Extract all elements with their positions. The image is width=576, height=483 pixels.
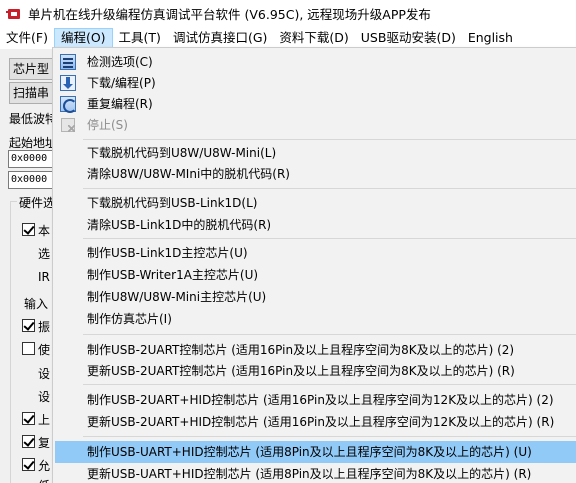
hw-option-label-7: 设 — [38, 367, 51, 381]
menu-item-make-link1d-chip[interactable]: 制作USB-Link1D主控芯片(U) — [55, 242, 576, 264]
menu-separator — [83, 188, 576, 189]
menu-item-make-usb-uart-hid[interactable]: 制作USB-UART+HID控制芯片 (适用8Pin及以上且程序空间为8K及以上… — [55, 441, 576, 463]
hw-option-label-2: 选 — [38, 247, 51, 261]
program-menu-dropdown: 检测选项(C) 下载/编程(P) 重复编程(R) 停止(S) 下载脱机代码到U8… — [52, 47, 576, 483]
menu-item-label: 检测选项(C) — [87, 55, 153, 69]
chip-app-icon — [6, 6, 22, 22]
hw-option-checkbox-1[interactable] — [22, 223, 35, 236]
hw-option-label-8: 设 — [38, 390, 51, 404]
menu-item-stop[interactable]: 停止(S) — [55, 114, 576, 136]
menu-separator — [83, 139, 576, 140]
hw-option-label-9: 上 — [38, 413, 51, 427]
hw-option-checkbox-5[interactable] — [22, 319, 35, 332]
title-bar: 单片机在线升级编程仿真调试平台软件 (V6.95C), 远程现场升级APP发布 — [0, 0, 576, 27]
hw-input-label: 输入 — [24, 297, 49, 311]
menu-item-make-emulator-chip[interactable]: 制作仿真芯片(I) — [55, 308, 576, 330]
menu-item-download-offline-u8w[interactable]: 下载脱机代码到U8W/U8W-Mini(L) — [55, 142, 576, 164]
window-title: 单片机在线升级编程仿真调试平台软件 (V6.95C), 远程现场升级APP发布 — [28, 7, 431, 22]
menu-item-make-writer1a-chip[interactable]: 制作USB-Writer1A主控芯片(U) — [55, 264, 576, 286]
repeat-program-icon — [60, 96, 77, 113]
menu-item-repeat-program[interactable]: 重复编程(R) — [55, 93, 576, 115]
hardware-options-title: 硬件选 — [17, 194, 58, 211]
menu-item-clear-offline-link1d[interactable]: 清除USB-Link1D中的脱机代码(R) — [55, 214, 576, 236]
menu-separator — [83, 384, 576, 385]
menu-item-update-usb-2uart[interactable]: 更新USB-2UART控制芯片 (适用16Pin及以上且程序空间为8K及以上的芯… — [55, 360, 576, 382]
menu-separator — [83, 334, 576, 335]
menu-bar: 文件(F) 编程(O) 工具(T) 调试仿真接口(G) 资料下载(D) USB驱… — [0, 27, 576, 49]
menu-item-make-u8w-chip[interactable]: 制作U8W/U8W-Mini主控芯片(U) — [55, 286, 576, 308]
left-panel: 芯片型 扫描串 最低波特 起始地址 0x0000 0x0000 硬件选 本 选 … — [0, 49, 70, 483]
detect-options-icon — [60, 54, 76, 70]
start-address-input[interactable]: 0x0000 — [8, 150, 58, 168]
stop-icon — [60, 117, 76, 133]
hw-option-checkbox-10[interactable] — [22, 435, 35, 448]
menu-item-make-usb-2uart[interactable]: 制作USB-2UART控制芯片 (适用16Pin及以上且程序空间为8K及以上的芯… — [55, 339, 576, 361]
menu-program[interactable]: 编程(O) — [53, 28, 113, 48]
hw-option-label-10: 复 — [38, 436, 51, 450]
menu-downloads[interactable]: 资料下载(D) — [273, 28, 354, 48]
end-address-input[interactable]: 0x0000 — [8, 171, 58, 189]
menu-usb-driver[interactable]: USB驱动安装(D) — [355, 28, 462, 48]
menu-item-clear-offline-u8w[interactable]: 清除U8W/U8W-MIni中的脱机代码(R) — [55, 163, 576, 185]
menu-item-make-usb-2uart-hid[interactable]: 制作USB-2UART+HID控制芯片 (适用16Pin及以上且程序空间为12K… — [55, 389, 576, 411]
hw-option-label-5: 振 — [38, 320, 51, 334]
hw-option-label-11: 允 — [38, 459, 51, 473]
menu-tools[interactable]: 工具(T) — [113, 28, 167, 48]
menu-item-label: 重复编程(R) — [87, 97, 153, 111]
hw-option-checkbox-6[interactable] — [22, 342, 35, 355]
menu-english[interactable]: English — [462, 28, 519, 48]
download-program-icon — [60, 75, 76, 91]
menu-item-update-usb-uart-hid[interactable]: 更新USB-UART+HID控制芯片 (适用8Pin及以上且程序空间为8K及以上… — [55, 463, 576, 483]
menu-debug-interface[interactable]: 调试仿真接口(G) — [167, 28, 273, 48]
hw-option-label-12: 低 — [38, 477, 52, 483]
menu-file[interactable]: 文件(F) — [0, 28, 54, 48]
menu-separator — [83, 436, 576, 437]
menu-item-label: 下载/编程(P) — [87, 76, 156, 90]
menu-item-update-usb-2uart-hid[interactable]: 更新USB-2UART+HID控制芯片 (适用16Pin及以上且程序空间为12K… — [55, 411, 576, 433]
menu-item-download-program[interactable]: 下载/编程(P) — [55, 72, 576, 94]
hw-option-checkbox-9[interactable] — [22, 412, 35, 425]
hw-option-checkbox-11[interactable] — [22, 458, 35, 471]
hw-option-label-6: 使 — [38, 343, 51, 357]
hw-option-label-1: 本 — [38, 224, 51, 238]
menu-item-download-offline-link1d[interactable]: 下载脱机代码到USB-Link1D(L) — [55, 192, 576, 214]
menu-item-detect-options[interactable]: 检测选项(C) — [55, 51, 576, 73]
menu-item-label: 停止(S) — [87, 118, 128, 132]
menu-separator — [83, 238, 576, 239]
hw-option-label-3: IR — [38, 270, 50, 284]
